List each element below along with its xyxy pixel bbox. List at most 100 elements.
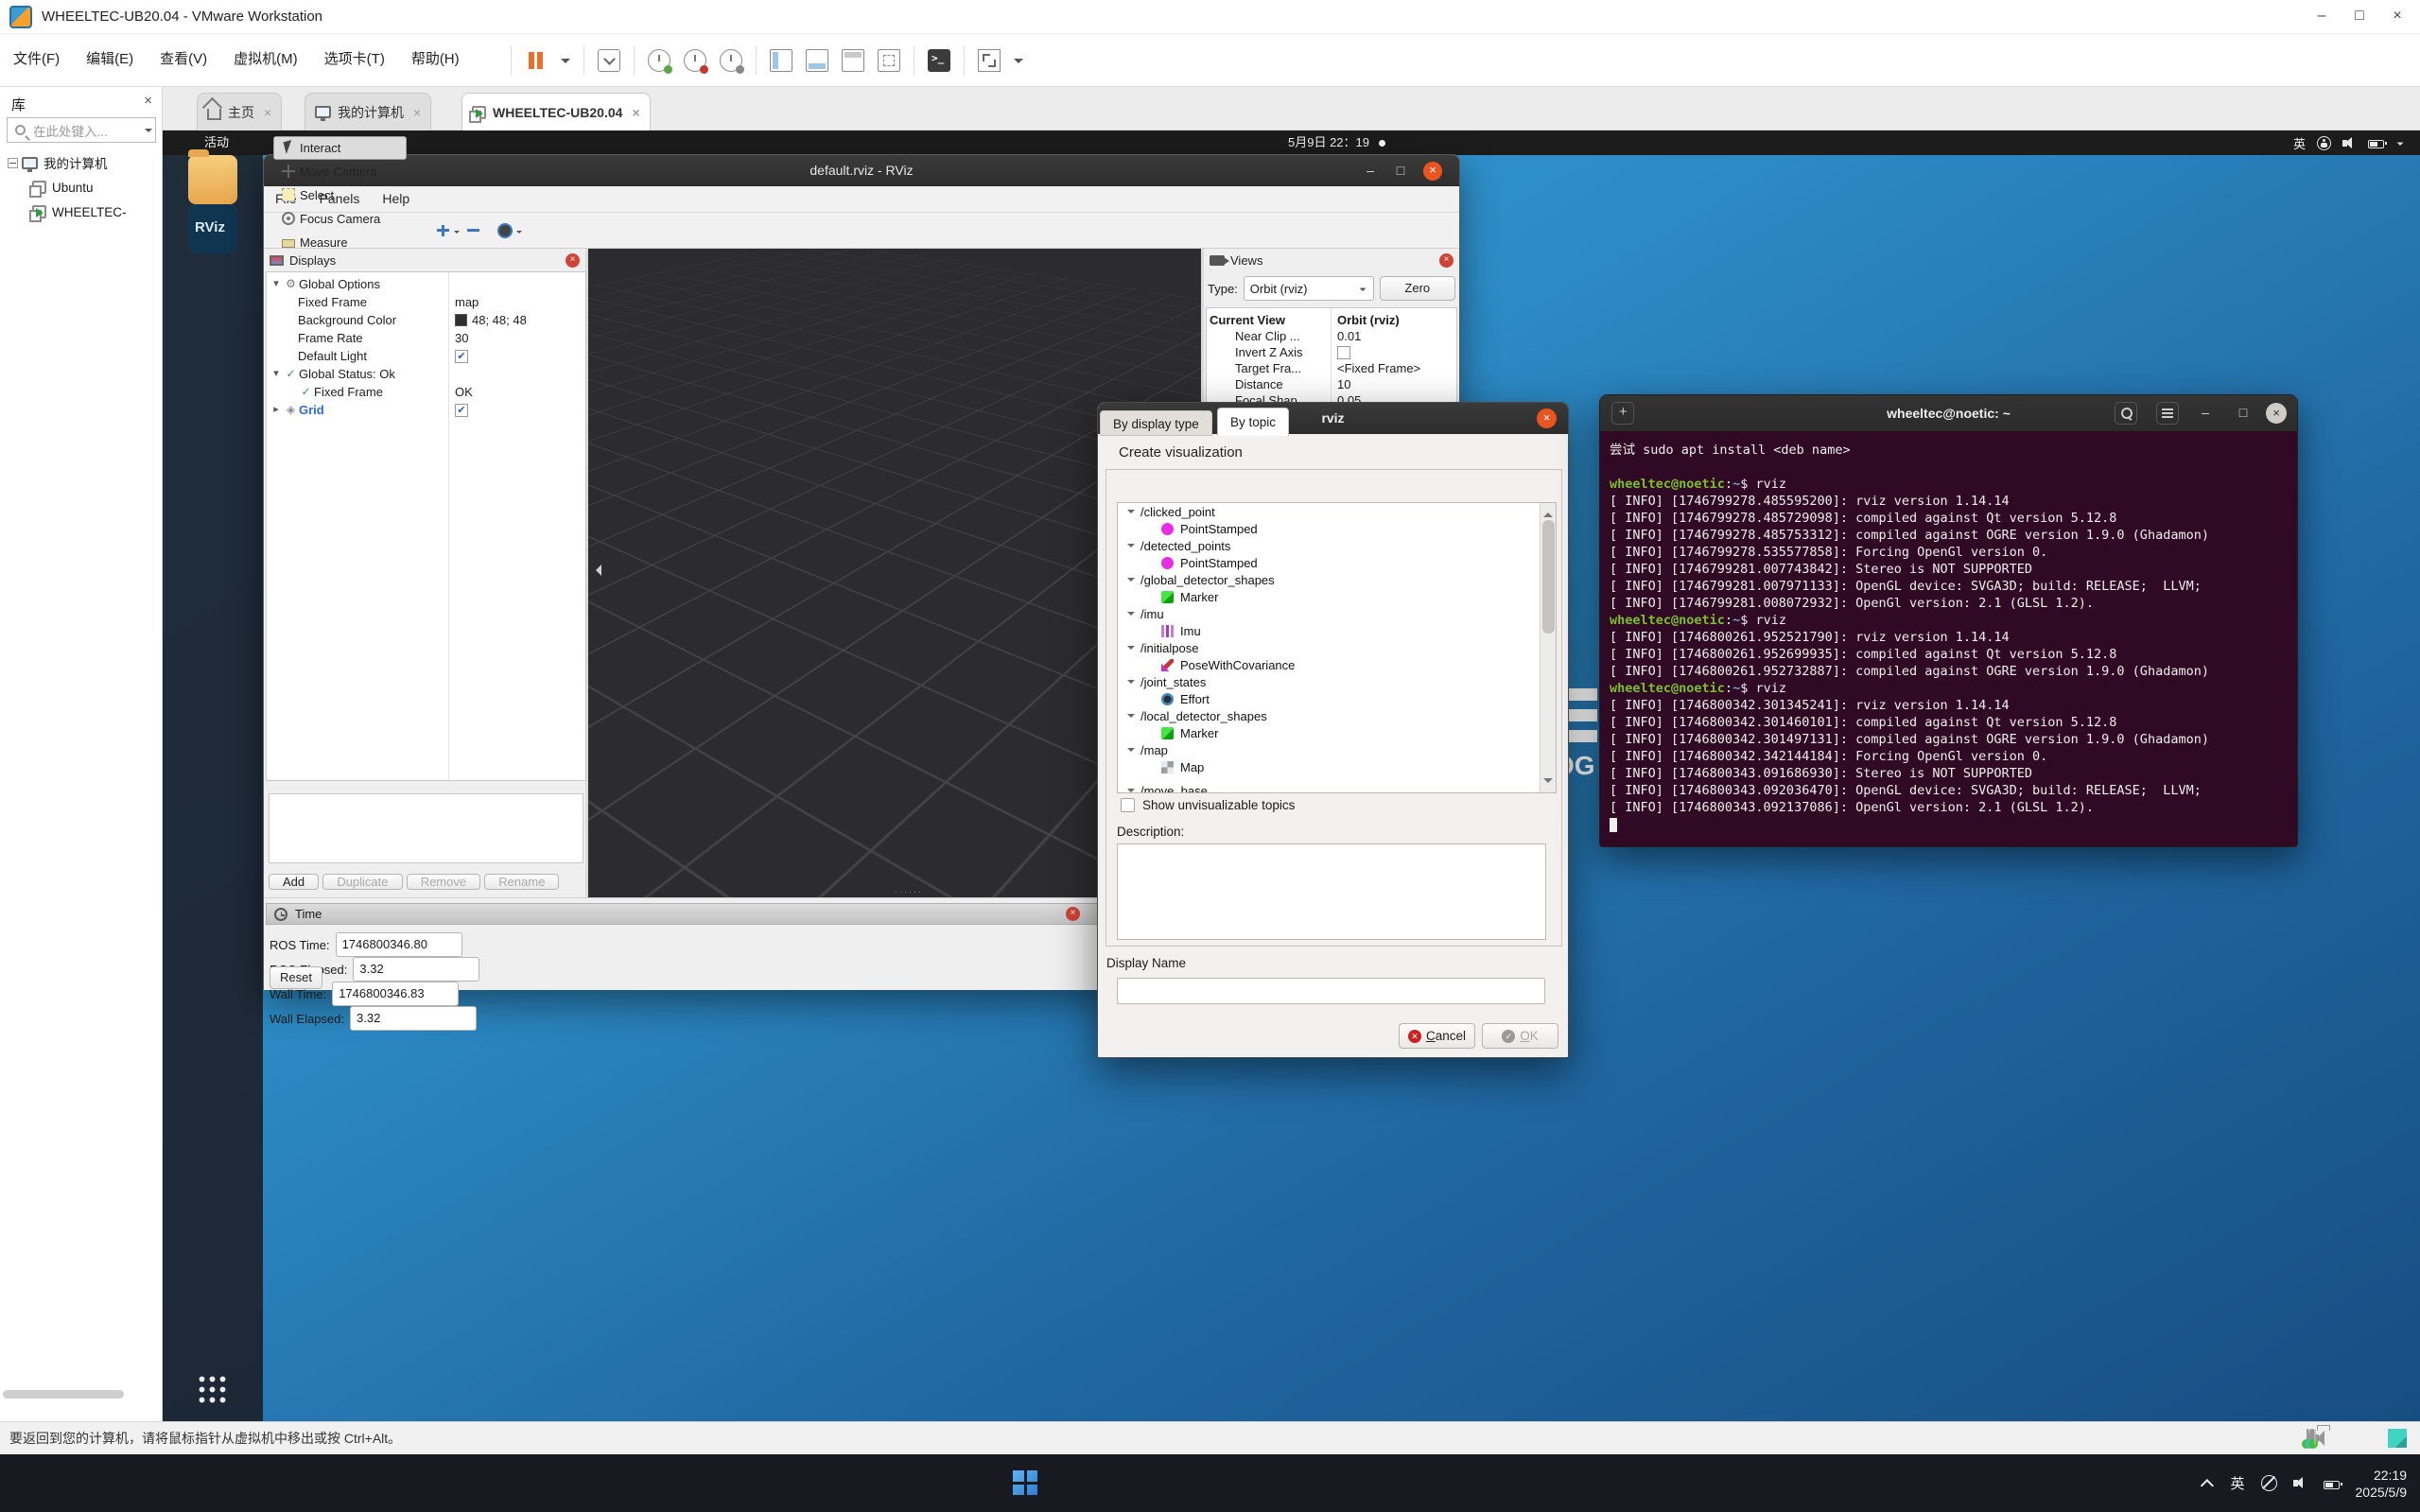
topic-tree[interactable]: /clicked_point PointStamped /detected_po… (1117, 502, 1557, 793)
display-name-input[interactable] (1117, 978, 1545, 1004)
checkbox[interactable] (455, 350, 468, 363)
topic-row[interactable]: /detected_points (1118, 537, 1556, 554)
clock-menu[interactable]: 5月9日 22：19 (1288, 130, 1385, 155)
terminal-output[interactable]: 尝试 sudo apt install <deb name> wheeltec@… (1600, 431, 2297, 846)
panel-close-icon[interactable]: × (1066, 907, 1080, 921)
property-row[interactable]: Current View Orbit (rviz) (1207, 312, 1456, 328)
close-button[interactable]: × (1423, 162, 1442, 181)
take-snapshot-icon[interactable] (648, 49, 670, 72)
display-action-button[interactable]: Duplicate (322, 874, 402, 890)
topic-type-row[interactable]: PointStamped (1118, 520, 1556, 537)
property-row[interactable]: Target Fra... <Fixed Frame> (1207, 360, 1456, 376)
panel-collapse-icon[interactable] (590, 565, 601, 576)
menu-item[interactable]: 编辑(E) (73, 34, 147, 85)
caret-down-icon[interactable] (561, 59, 570, 68)
topic-type-row[interactable]: Imu (1118, 622, 1556, 639)
display-action-button[interactable]: Rename (484, 874, 559, 890)
property-row[interactable]: Grid (267, 401, 585, 419)
console-view-icon[interactable] (842, 49, 864, 72)
tab-close-icon[interactable]: × (632, 105, 639, 120)
taskbar-app-button[interactable] (1002, 1505, 1048, 1512)
topic-row[interactable]: /move_base (1118, 782, 1541, 793)
tab-by-topic[interactable]: By topic (1217, 408, 1289, 436)
topic-type-row[interactable]: PoseWithCovariance (1118, 656, 1556, 673)
vm-tree-item[interactable]: 我的计算机 (0, 151, 162, 174)
topic-type-row[interactable]: Marker (1118, 588, 1556, 605)
vm-console-screen[interactable]: OG 活动 R rviz 5月9日 22：19 英 (163, 130, 2420, 1421)
library-close-icon[interactable]: × (144, 93, 152, 109)
time-field-input[interactable]: 1746800346.80 (336, 932, 462, 957)
vertical-scrollbar[interactable] (1540, 503, 1556, 792)
menu-item[interactable]: 选项卡(T) (311, 34, 398, 85)
zoom-out-icon[interactable] (465, 223, 480, 238)
minimize-button[interactable]: – (2303, 0, 2341, 34)
maximize-button[interactable]: □ (1391, 162, 1410, 181)
scrollbar-thumb[interactable] (1542, 520, 1555, 634)
maximize-button[interactable]: □ (2341, 0, 2378, 34)
topic-row[interactable]: /map (1118, 741, 1556, 758)
reset-button[interactable]: Reset (270, 966, 322, 989)
display-action-button[interactable]: Add (269, 874, 319, 890)
expander-icon[interactable] (1127, 544, 1135, 551)
close-button[interactable]: × (1537, 408, 1557, 428)
expander-icon[interactable] (270, 275, 283, 293)
tab-home[interactable]: 主页 × (197, 93, 282, 130)
property-row[interactable]: Distance 10 (1207, 376, 1456, 392)
view-type-select[interactable]: Orbit (rviz) (1244, 276, 1374, 301)
tab-wheeltec-vm[interactable]: WHEELTEC-UB20.04 × (461, 93, 651, 130)
checkbox[interactable] (455, 404, 468, 417)
show-thumbnails-icon[interactable] (806, 49, 828, 72)
property-row[interactable]: Fixed Frame OK (267, 383, 585, 401)
taskbar-clock[interactable]: 22:19 2025/5/9 (2356, 1467, 2408, 1501)
volume-icon[interactable] (2293, 1476, 2307, 1490)
property-row[interactable]: Default Light (267, 347, 585, 365)
taskbar-app-button[interactable] (1002, 1460, 1048, 1505)
dock-icon[interactable] (188, 204, 237, 253)
caret-down-icon[interactable] (516, 231, 522, 236)
panel-close-icon[interactable]: × (1439, 253, 1454, 268)
property-row[interactable]: Global Options (267, 275, 585, 293)
expander-icon[interactable] (1127, 612, 1135, 619)
hamburger-menu-icon[interactable] (2156, 402, 2179, 425)
time-field-input[interactable]: 1746800346.83 (332, 982, 459, 1006)
color-swatch[interactable] (455, 314, 467, 326)
expander-icon[interactable] (1127, 510, 1135, 517)
unity-console-icon[interactable] (928, 49, 950, 72)
fullscreen-icon[interactable] (878, 49, 900, 72)
menu-item[interactable]: 文件(F) (0, 34, 73, 85)
network-globe-icon[interactable] (2261, 1475, 2277, 1491)
scroll-up-icon[interactable] (1543, 508, 1553, 517)
minimize-button[interactable]: – (1361, 162, 1380, 181)
description-textarea[interactable] (1117, 843, 1546, 940)
panel-close-icon[interactable]: × (566, 253, 580, 268)
revert-snapshot-icon[interactable] (684, 49, 706, 72)
topic-row[interactable]: /imu (1118, 605, 1556, 622)
property-row[interactable]: Global Status: Ok (267, 365, 585, 383)
tab-my-computer[interactable]: 我的计算机 × (305, 93, 431, 130)
expander-icon[interactable] (270, 365, 283, 383)
topic-type-row[interactable]: Effort (1118, 690, 1556, 707)
expander-icon[interactable] (1127, 646, 1135, 653)
show-applications-icon[interactable] (199, 1376, 227, 1404)
expander-icon[interactable] (1127, 714, 1135, 721)
caret-down-icon[interactable] (145, 129, 152, 136)
show-unvisualizable-checkbox[interactable] (1121, 798, 1135, 812)
show-library-icon[interactable] (770, 49, 792, 72)
checkbox[interactable] (1337, 346, 1350, 359)
topic-type-row[interactable]: Map (1118, 758, 1556, 775)
property-row[interactable]: Near Clip ... 0.01 (1207, 328, 1456, 344)
hidden-icons-chevron[interactable] (2201, 1479, 2214, 1492)
close-button[interactable]: × (2266, 403, 2287, 424)
maximize-button[interactable]: □ (2232, 402, 2255, 425)
menu-item[interactable]: 帮助(H) (398, 34, 473, 85)
battery-icon[interactable] (2324, 1481, 2340, 1489)
display-action-button[interactable]: Remove (407, 874, 480, 890)
zoom-in-icon[interactable] (435, 223, 450, 238)
property-row[interactable]: Background Color 48; 48; 48 (267, 311, 585, 329)
stretch-guest-icon[interactable] (978, 49, 1001, 72)
topic-row[interactable]: /global_detector_shapes (1118, 571, 1556, 588)
rviz-titlebar[interactable]: default.rviz - RViz – □ × (264, 155, 1459, 186)
dock-icon[interactable] (188, 155, 237, 204)
zero-button[interactable]: Zero (1380, 276, 1455, 301)
search-icon[interactable] (2115, 402, 2137, 425)
